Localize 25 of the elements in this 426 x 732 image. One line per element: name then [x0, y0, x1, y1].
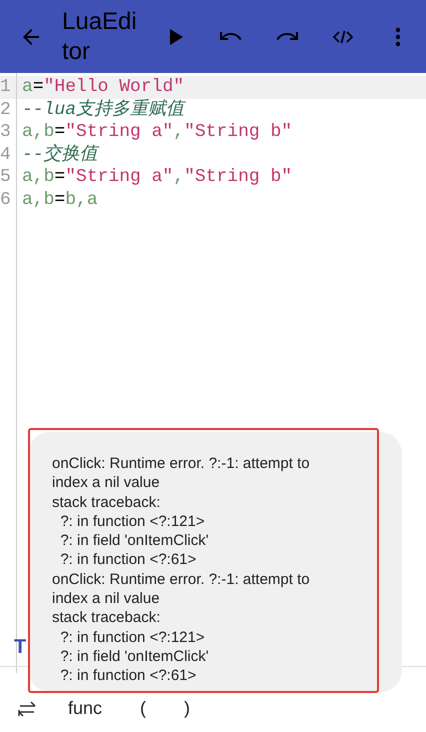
code-line: --lua支持多重赋值	[22, 98, 184, 121]
code-line: a="Hello World"	[22, 76, 184, 98]
code-line: --交换值	[22, 144, 98, 166]
line-number: 6	[0, 188, 12, 211]
error-text: stack traceback:	[52, 492, 162, 512]
symbol-key[interactable]: func	[64, 695, 106, 722]
error-text: ?: in function <?:61>	[59, 550, 198, 570]
error-text: ?: in function <?:121>	[59, 628, 206, 647]
line-number: 1	[0, 76, 12, 98]
error-text: ?: in function <?:121>	[59, 512, 206, 532]
line-number: 4	[0, 144, 12, 166]
error-text: stack traceback:	[52, 608, 162, 628]
symbol-key[interactable]: (	[136, 695, 150, 722]
error-text: ?: in field 'onItemClick'	[59, 646, 210, 666]
app-title: LuaEditor	[62, 6, 138, 66]
tab-label[interactable]: T	[14, 632, 26, 662]
error-text: ?: in field 'onItemClick'	[59, 531, 210, 550]
symbol-key[interactable]: )	[180, 695, 194, 722]
code-line: a,b="String a","String b"	[22, 121, 292, 144]
line-number: 3	[0, 121, 12, 144]
line-number: 2	[0, 98, 12, 121]
line-number: 5	[0, 166, 12, 188]
code-line: a,b="String a","String b"	[22, 166, 292, 188]
code-line: a,b=b,a	[22, 188, 98, 211]
error-text: ?: in function <?:61>	[59, 666, 198, 686]
